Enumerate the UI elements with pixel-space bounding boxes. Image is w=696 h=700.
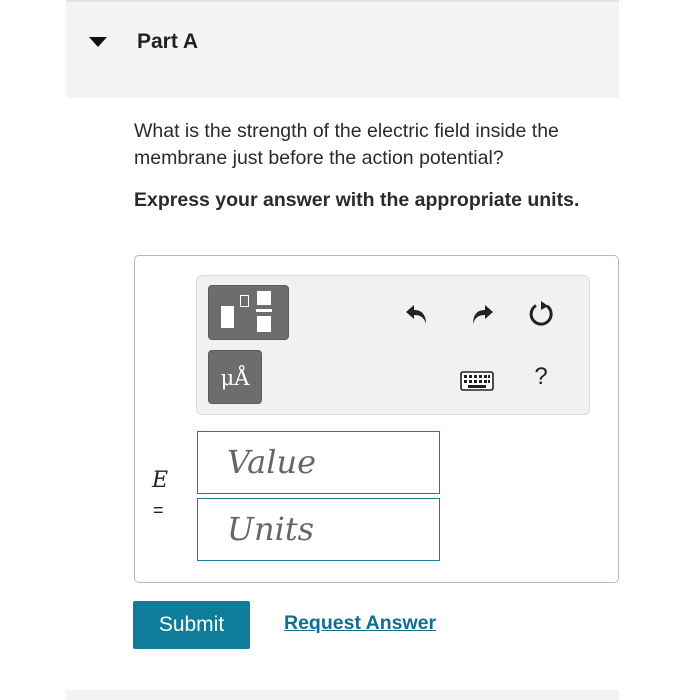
redo-button[interactable] — [465, 297, 499, 331]
reset-icon — [529, 301, 553, 326]
question-text: What is the strength of the electric fie… — [134, 120, 559, 169]
part-title: Part A — [137, 30, 199, 53]
redo-icon — [473, 305, 493, 324]
next-part-header — [66, 690, 619, 700]
value-input[interactable]: Value — [197, 431, 440, 494]
instruction-text: Express your answer with the appropriate… — [134, 189, 580, 211]
variable-label: E — [152, 468, 169, 493]
units-input[interactable]: Units — [197, 498, 440, 561]
equals-sign: = — [153, 500, 164, 520]
keyboard-button[interactable] — [458, 364, 496, 398]
submit-button[interactable]: Submit — [133, 601, 250, 649]
keyboard-icon — [460, 371, 494, 391]
templates-button[interactable] — [208, 285, 289, 340]
reset-button[interactable] — [525, 297, 559, 331]
collapse-caret-icon[interactable] — [89, 37, 107, 47]
undo-button[interactable] — [400, 297, 434, 331]
units-button[interactable]: μÅ — [208, 350, 262, 404]
undo-icon — [406, 305, 426, 324]
help-button[interactable]: ? — [524, 360, 558, 394]
request-answer-link[interactable]: Request Answer — [284, 612, 436, 635]
